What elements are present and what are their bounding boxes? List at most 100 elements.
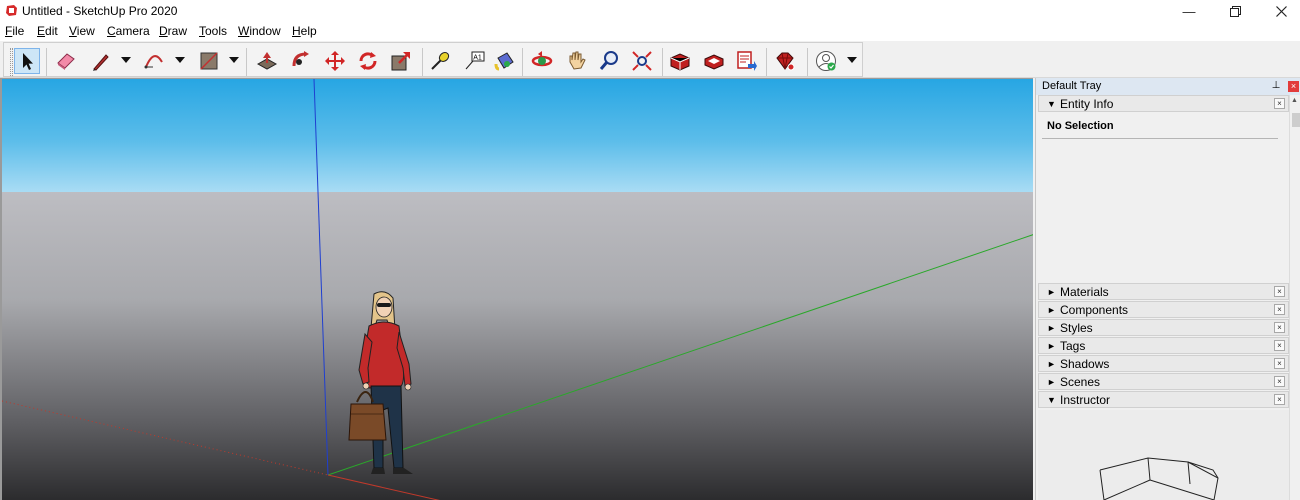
menu-draw[interactable]: Draw bbox=[159, 24, 187, 38]
eraser-tool-button[interactable] bbox=[53, 48, 79, 74]
pan-tool-icon bbox=[569, 51, 586, 70]
menu-view[interactable]: View bbox=[69, 24, 95, 38]
arc-tool-dropdown[interactable] bbox=[175, 57, 185, 63]
restore-button[interactable] bbox=[1212, 0, 1258, 22]
menu-draw-label: raw bbox=[167, 24, 188, 38]
tray-title: Default Tray bbox=[1042, 80, 1102, 92]
minimize-icon: — bbox=[1182, 3, 1196, 19]
panel-scenes[interactable]: ► Scenes × bbox=[1038, 373, 1289, 390]
panel-close-icon[interactable]: × bbox=[1274, 394, 1285, 405]
menu-edit-label: dit bbox=[45, 24, 58, 38]
shape-tool-dropdown[interactable] bbox=[229, 57, 239, 63]
menu-tools-label: ools bbox=[205, 24, 228, 38]
scroll-thumb[interactable] bbox=[1292, 113, 1300, 127]
panel-label: Components bbox=[1060, 303, 1129, 317]
pan-tool-button[interactable] bbox=[563, 48, 589, 74]
panel-materials[interactable]: ► Materials × bbox=[1038, 283, 1289, 300]
panel-close-icon[interactable]: × bbox=[1274, 322, 1285, 333]
tape-measure-tool-button[interactable] bbox=[427, 48, 453, 74]
3d-warehouse-button[interactable] bbox=[667, 48, 693, 74]
rotate-tool-button[interactable] bbox=[355, 48, 381, 74]
collapsed-triangle-icon: ► bbox=[1047, 305, 1056, 315]
toolbar: A1 bbox=[0, 41, 1300, 78]
menu-bar: File Edit View Camera Draw Tools Window … bbox=[0, 22, 1300, 41]
layout-send-button[interactable] bbox=[734, 48, 760, 74]
instructor-illustration bbox=[1099, 457, 1219, 500]
scroll-up-icon[interactable]: ▲ bbox=[1291, 97, 1298, 104]
panel-close-icon[interactable]: × bbox=[1274, 376, 1285, 387]
orbit-tool-icon bbox=[531, 51, 553, 67]
pin-icon[interactable]: ⊥ bbox=[1271, 81, 1281, 91]
menu-edit[interactable]: Edit bbox=[37, 24, 58, 38]
push-pull-tool-button[interactable] bbox=[254, 48, 280, 74]
line-tool-icon bbox=[93, 54, 109, 71]
menu-view-label: iew bbox=[76, 24, 95, 38]
panel-close-icon[interactable]: × bbox=[1274, 98, 1285, 109]
toolbar-separator bbox=[766, 48, 767, 76]
menu-tools[interactable]: Tools bbox=[199, 24, 227, 38]
text-tool-button[interactable]: A1 bbox=[461, 48, 487, 74]
panel-shadows[interactable]: ► Shadows × bbox=[1038, 355, 1289, 372]
model-axes bbox=[2, 79, 1033, 500]
account-dropdown[interactable] bbox=[847, 57, 857, 63]
select-tool-button[interactable] bbox=[14, 48, 40, 74]
model-viewport[interactable] bbox=[0, 78, 1033, 500]
red-axis-dotted bbox=[2, 400, 329, 476]
line-tool-button[interactable] bbox=[88, 48, 114, 74]
close-window-button[interactable] bbox=[1258, 0, 1300, 22]
select-tool-icon bbox=[23, 53, 33, 70]
account-button[interactable] bbox=[813, 48, 839, 74]
tray-scrollbar[interactable]: ▲ bbox=[1289, 95, 1300, 500]
title-bar: Untitled - SketchUp Pro 2020 — bbox=[0, 0, 1300, 22]
zoom-tool-button[interactable] bbox=[596, 48, 622, 74]
toolbar-separator bbox=[662, 48, 663, 76]
menu-help[interactable]: Help bbox=[292, 24, 317, 38]
panel-styles[interactable]: ► Styles × bbox=[1038, 319, 1289, 336]
panel-close-icon[interactable]: × bbox=[1274, 358, 1285, 369]
collapsed-triangle-icon: ► bbox=[1047, 323, 1056, 333]
follow-me-tool-button[interactable] bbox=[288, 48, 314, 74]
extension-manager-button[interactable] bbox=[772, 48, 798, 74]
orbit-tool-button[interactable] bbox=[529, 48, 555, 74]
panel-entity-info[interactable]: ▼ Entity Info × bbox=[1038, 95, 1289, 112]
line-tool-dropdown[interactable] bbox=[121, 57, 131, 63]
menu-file[interactable]: File bbox=[5, 24, 24, 38]
tray-close-icon[interactable]: × bbox=[1288, 81, 1299, 92]
3d-warehouse-icon bbox=[670, 53, 690, 71]
expanded-triangle-icon: ▼ bbox=[1047, 395, 1056, 405]
menu-camera-label: amera bbox=[115, 24, 150, 38]
menu-view-mnemonic: V bbox=[69, 24, 77, 38]
menu-window[interactable]: Window bbox=[238, 24, 281, 38]
extension-warehouse-icon bbox=[704, 54, 724, 70]
panel-close-icon[interactable]: × bbox=[1274, 304, 1285, 315]
toolbar-separator bbox=[522, 48, 523, 76]
window-title: Untitled - SketchUp Pro 2020 bbox=[22, 4, 178, 18]
paint-bucket-tool-button[interactable] bbox=[491, 48, 517, 74]
extension-manager-icon bbox=[776, 52, 795, 71]
zoom-extents-tool-button[interactable] bbox=[629, 48, 655, 74]
panel-close-icon[interactable]: × bbox=[1274, 286, 1285, 297]
text-tool-icon: A1 bbox=[465, 51, 485, 70]
tape-measure-tool-icon bbox=[431, 52, 450, 70]
scale-tool-button[interactable] bbox=[388, 48, 414, 74]
menu-help-mnemonic: H bbox=[292, 24, 301, 38]
divider bbox=[1042, 138, 1278, 139]
panel-close-icon[interactable]: × bbox=[1274, 340, 1285, 351]
toolbar-grip[interactable] bbox=[10, 48, 13, 76]
panel-instructor[interactable]: ▼ Instructor × bbox=[1038, 391, 1289, 408]
entity-selection-status: No Selection bbox=[1047, 120, 1114, 132]
arc-tool-button[interactable] bbox=[141, 48, 167, 74]
collapsed-triangle-icon: ► bbox=[1047, 377, 1056, 387]
minimize-button[interactable]: — bbox=[1166, 0, 1212, 22]
menu-window-label: indow bbox=[249, 24, 281, 38]
scale-figure-person bbox=[348, 291, 413, 474]
shape-tool-button[interactable] bbox=[196, 48, 222, 74]
menu-camera-mnemonic: C bbox=[107, 24, 116, 38]
menu-camera[interactable]: Camera bbox=[107, 24, 150, 38]
extension-warehouse-button[interactable] bbox=[701, 48, 727, 74]
panel-components[interactable]: ► Components × bbox=[1038, 301, 1289, 318]
blue-axis bbox=[313, 79, 329, 476]
menu-file-label: ile bbox=[12, 24, 25, 38]
panel-tags[interactable]: ► Tags × bbox=[1038, 337, 1289, 354]
move-tool-button[interactable] bbox=[322, 48, 348, 74]
